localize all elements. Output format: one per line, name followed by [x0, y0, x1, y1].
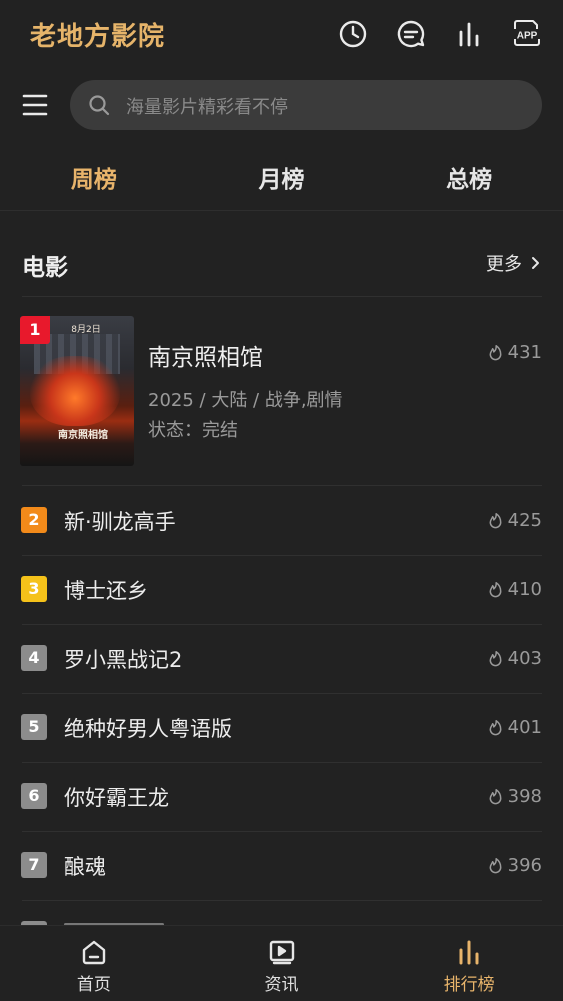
top-bar: 老地方影院 APP — [0, 0, 563, 72]
fire-icon — [489, 719, 502, 736]
movie-title[interactable]: 绝种好男人粤语版 — [64, 713, 232, 743]
movie-title[interactable]: 博士还乡 — [64, 575, 148, 605]
heat-count: 431 — [487, 342, 542, 363]
search-input[interactable]: 海量影片精彩看不停 — [70, 80, 542, 130]
search-placeholder: 海量影片精彩看不停 — [126, 97, 288, 118]
list-item[interactable]: 7 酿魂 396 — [20, 831, 542, 900]
movie-title[interactable]: 罗小黑战记2 — [64, 644, 182, 674]
divider — [22, 900, 542, 901]
list-item[interactable]: 5 绝种好男人粤语版 401 — [20, 693, 542, 762]
svg-text:南京照相馆: 南京照相馆 — [58, 428, 108, 441]
list-item[interactable]: 6 你好霸王龙 398 — [20, 762, 542, 831]
brand-logo[interactable]: 老地方影院 — [30, 16, 165, 53]
fire-icon — [489, 581, 502, 598]
movie-title[interactable]: 新·驯龙高手 — [64, 506, 176, 536]
heat-count: 396 — [487, 855, 542, 876]
section-title: 电影 — [22, 255, 68, 281]
history-icon[interactable] — [337, 18, 369, 50]
rank-badge: 6 — [21, 783, 47, 809]
tab-total[interactable]: 总榜 — [375, 150, 563, 210]
list-item[interactable]: 2 新·驯龙高手 425 — [20, 486, 542, 555]
rank-badge: 1 — [20, 316, 50, 344]
nav-label: 资讯 — [264, 975, 299, 995]
fire-icon — [489, 857, 502, 874]
movie-title[interactable]: 你好霸王龙 — [64, 782, 169, 812]
search-row: 海量影片精彩看不停 — [0, 80, 563, 130]
heat-count: 425 — [487, 510, 542, 531]
more-link[interactable]: 更多 — [486, 250, 542, 276]
app-label: APP — [517, 31, 538, 42]
nav-ranking[interactable]: 排行榜 — [375, 926, 563, 1001]
divider — [22, 296, 542, 297]
chevron-right-icon — [532, 257, 539, 269]
fire-icon — [489, 512, 502, 529]
message-icon[interactable] — [395, 18, 427, 50]
movie-meta: 2025 / 大陆 / 战争,剧情 — [148, 390, 343, 411]
ranking-icon[interactable] — [453, 18, 485, 50]
poster-title: 南京照相馆 — [58, 406, 108, 458]
heat-count: 401 — [487, 717, 542, 738]
news-icon — [269, 940, 294, 965]
nav-home[interactable]: 首页 — [0, 926, 188, 1001]
fire-icon — [489, 650, 502, 667]
movie-title[interactable]: 南京照相馆 — [148, 338, 263, 372]
heat-count: 398 — [487, 786, 542, 807]
bottom-navigation: 首页 资讯 排行榜 — [0, 925, 563, 1001]
rank-badge: 7 — [21, 852, 47, 878]
ranking-icon — [459, 940, 479, 965]
tabs-divider — [0, 210, 563, 211]
more-label: 更多 — [486, 254, 522, 275]
movie-title[interactable]: 酿魂 — [64, 851, 106, 881]
rank-badge: 4 — [21, 645, 47, 671]
nav-label: 排行榜 — [443, 975, 495, 995]
rank-badge: 3 — [21, 576, 47, 602]
section-header: 电影 更多 — [22, 246, 542, 281]
tab-weekly[interactable]: 周榜 — [0, 150, 188, 210]
ranking-tabs: 周榜 月榜 总榜 — [0, 150, 563, 210]
movie-poster[interactable]: 8月2日 南京照相馆 1 — [20, 316, 134, 466]
nav-news[interactable]: 资讯 — [188, 926, 376, 1001]
fire-icon — [489, 344, 502, 361]
list-item[interactable]: 3 博士还乡 410 — [20, 555, 542, 624]
app-icon[interactable]: APP — [511, 18, 543, 50]
fire-icon — [489, 788, 502, 805]
menu-icon[interactable] — [22, 92, 48, 118]
nav-label: 首页 — [76, 975, 111, 995]
featured-movie[interactable]: 8月2日 南京照相馆 1 南京照相馆 2025 / 大陆 / 战争,剧情 状态：… — [20, 316, 542, 466]
movie-status: 状态：完结 — [148, 420, 238, 441]
svg-text:8月2日: 8月2日 — [71, 324, 100, 335]
rank-badge: 5 — [21, 714, 47, 740]
heat-count: 410 — [487, 579, 542, 600]
top-actions: APP — [337, 18, 543, 50]
heat-count: 403 — [487, 648, 542, 669]
poster-date: 8月2日 — [66, 320, 106, 335]
list-item[interactable]: 4 罗小黑战记2 403 — [20, 624, 542, 693]
search-icon — [88, 94, 110, 116]
tab-monthly[interactable]: 月榜 — [188, 150, 376, 210]
home-icon — [82, 940, 106, 965]
rank-badge: 2 — [21, 507, 47, 533]
